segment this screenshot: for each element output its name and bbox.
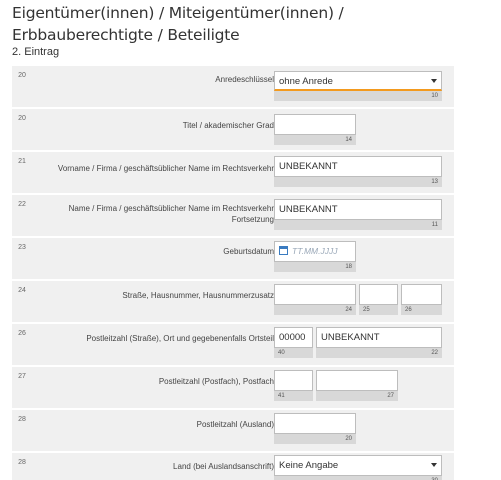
housenumber-input[interactable]: 25 (359, 284, 398, 315)
field-counter: 14 (274, 135, 356, 145)
name-input-box[interactable]: UNBEKANNT (274, 199, 442, 220)
row-number: 27 (18, 373, 26, 380)
field-counter: 24 (274, 305, 356, 315)
postcode-input[interactable]: 00000 40 (274, 327, 313, 358)
country-select[interactable]: Keine Angabe 30 (274, 455, 442, 480)
dropdown-caret-icon (431, 463, 437, 467)
row-number: 26 (18, 330, 26, 337)
form-row-street: 24 Straße, Hausnummer, Hausnummerzusatz … (12, 281, 454, 322)
pobox-input-box[interactable] (316, 370, 398, 391)
row-number: 20 (18, 115, 26, 122)
firstname-input[interactable]: UNBEKANNT 13 (274, 156, 442, 187)
entry-subtitle: 2. Eintrag (12, 46, 60, 58)
pobox-input[interactable]: 27 (316, 370, 398, 401)
field-counter: 27 (316, 391, 398, 401)
street-input[interactable]: 24 (274, 284, 356, 315)
birthdate-input-box[interactable]: TT.MM.JJJJ (274, 241, 356, 262)
field-label: Titel / akademischer Grad (182, 121, 274, 130)
field-label: Postleitzahl (Straße), Ort und gegebenen… (86, 334, 274, 343)
field-counter: 22 (316, 348, 442, 358)
birthdate-input[interactable]: TT.MM.JJJJ 18 (274, 241, 356, 272)
form-row-birthdate: 23 Geburtsdatum TT.MM.JJJJ 18 (12, 238, 454, 279)
field-counter: 41 (274, 391, 313, 401)
field-counter: 10 (274, 91, 442, 101)
dropdown-caret-icon (431, 79, 437, 83)
field-label: Postleitzahl (Ausland) (196, 420, 274, 429)
field-counter: 40 (274, 348, 313, 358)
row-number: 21 (18, 158, 26, 165)
row-number: 28 (18, 459, 26, 466)
foreign-postcode-input[interactable]: 20 (274, 413, 356, 444)
row-number: 23 (18, 244, 26, 251)
foreign-postcode-input-box[interactable] (274, 413, 356, 434)
city-input-box[interactable]: UNBEKANNT (316, 327, 442, 348)
field-label: Geburtsdatum (223, 247, 274, 256)
housenumber-suffix-input[interactable]: 26 (401, 284, 442, 315)
form-row-name: 22 Name / Firma / geschäftsüblicher Name… (12, 195, 454, 236)
form-row-postcode-city: 26 Postleitzahl (Straße), Ort und gegebe… (12, 324, 454, 365)
salutation-select[interactable]: ohne Anrede 10 (274, 71, 442, 101)
country-select-box[interactable]: Keine Angabe (274, 455, 442, 476)
form-row-pobox: 27 Postleitzahl (Postfach), Postfach 41 … (12, 367, 454, 408)
field-label: Postleitzahl (Postfach), Postfach (158, 377, 274, 386)
postcode-input-box[interactable]: 00000 (274, 327, 313, 348)
field-counter: 13 (274, 177, 442, 187)
calendar-icon[interactable] (279, 246, 288, 255)
housenumber-input-box[interactable] (359, 284, 398, 305)
street-input-box[interactable] (274, 284, 356, 305)
city-input[interactable]: UNBEKANNT 22 (316, 327, 442, 358)
name-input[interactable]: UNBEKANNT 11 (274, 199, 442, 230)
title-input[interactable]: 14 (274, 114, 356, 145)
firstname-input-box[interactable]: UNBEKANNT (274, 156, 442, 177)
pobox-postcode-input-box[interactable] (274, 370, 313, 391)
row-number: 22 (18, 201, 26, 208)
salutation-select-box[interactable]: ohne Anrede (274, 71, 442, 91)
row-number: 20 (18, 72, 26, 79)
row-number: 28 (18, 416, 26, 423)
form-row-title: 20 Titel / akademischer Grad 14 (12, 109, 454, 150)
field-label: Name / Firma / geschäftsüblicher Name im… (68, 204, 274, 224)
form-row-salutation: 20 Anredeschlüssel ohne Anrede 10 (12, 66, 454, 107)
housenumber-suffix-input-box[interactable] (401, 284, 442, 305)
field-counter: 18 (274, 262, 356, 272)
field-counter: 26 (401, 305, 442, 315)
selected-value: Keine Angabe (279, 460, 339, 471)
field-counter: 20 (274, 434, 356, 444)
field-counter: 11 (274, 220, 442, 230)
field-label: Straße, Hausnummer, Hausnummerzusatz (122, 291, 274, 300)
title-input-box[interactable] (274, 114, 356, 135)
field-label: Anredeschlüssel (215, 75, 274, 84)
field-label: Land (bei Auslandsanschrift) (173, 462, 274, 471)
date-placeholder: TT.MM.JJJJ (292, 246, 338, 256)
form-row-country: 28 Land (bei Auslandsanschrift) Keine An… (12, 453, 454, 480)
row-number: 24 (18, 287, 26, 294)
form-row-foreign-postcode: 28 Postleitzahl (Ausland) 20 (12, 410, 454, 451)
pobox-postcode-input[interactable]: 41 (274, 370, 313, 401)
form-row-firstname: 21 Vorname / Firma / geschäftsüblicher N… (12, 152, 454, 193)
page-title: Eigentümer(innen) / Miteigentümer(innen)… (12, 4, 344, 44)
field-label: Vorname / Firma / geschäftsüblicher Name… (57, 164, 274, 173)
field-counter: 25 (359, 305, 398, 315)
selected-value: ohne Anrede (279, 76, 333, 87)
field-counter: 30 (274, 476, 442, 480)
section-heading: Eigentümer(innen) / Miteigentümer(innen)… (12, 2, 492, 58)
